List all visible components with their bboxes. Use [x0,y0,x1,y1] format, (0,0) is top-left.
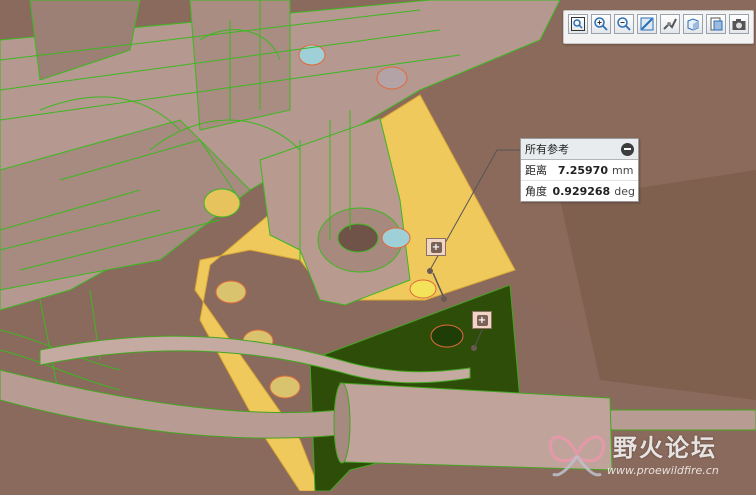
measure-panel-title: 所有参考 [525,143,569,156]
measure-panel-header[interactable]: 所有参考 [521,139,638,160]
angle-value: 0.929268 [552,184,611,198]
measure-result-panel: 所有参考 距离 7.25970 mm 角度 0.929268 deg [520,138,639,202]
collapse-button[interactable] [621,142,634,156]
repaint-button[interactable] [637,14,657,34]
camera-icon [732,19,746,30]
angle-row: 角度 0.929268 deg [521,181,638,201]
display-style-button[interactable] [660,14,680,34]
forum-watermark: 野火论坛 www.proewildfire.cn [545,424,756,488]
angle-label: 角度 [525,185,547,198]
reference-marker-2[interactable]: + [472,311,492,329]
reference-marker-1[interactable]: + [426,238,446,256]
camera-button[interactable] [729,14,749,34]
minus-icon [624,148,631,150]
saved-views-button[interactable] [706,14,726,34]
zoom-in-icon [594,17,608,31]
saved-views-icon [710,17,723,31]
view-orientation-button[interactable] [683,14,703,34]
cad-model-scene [0,0,756,492]
zoom-fit-icon [571,17,585,31]
plus-icon: + [476,314,488,326]
repaint-icon [640,17,654,31]
zoom-in-button[interactable] [591,14,611,34]
display-style-icon [663,18,677,30]
butterfly-logo-icon [548,435,606,477]
model-viewport[interactable] [0,0,756,492]
plus-icon: + [430,241,442,253]
watermark-site-name: 野火论坛 [613,434,717,462]
distance-row: 距离 7.25970 mm [521,160,638,181]
distance-unit: mm [612,163,634,177]
distance-value: 7.25970 [557,163,608,177]
distance-label: 距离 [525,164,547,177]
angle-unit: deg [614,184,635,198]
zoom-fit-button[interactable] [568,14,588,34]
zoom-out-button[interactable] [614,14,634,34]
view-toolbar [563,10,754,44]
watermark-url: www.proewildfire.cn [607,464,719,477]
zoom-out-icon [617,17,631,31]
view-orientation-icon [687,18,699,31]
